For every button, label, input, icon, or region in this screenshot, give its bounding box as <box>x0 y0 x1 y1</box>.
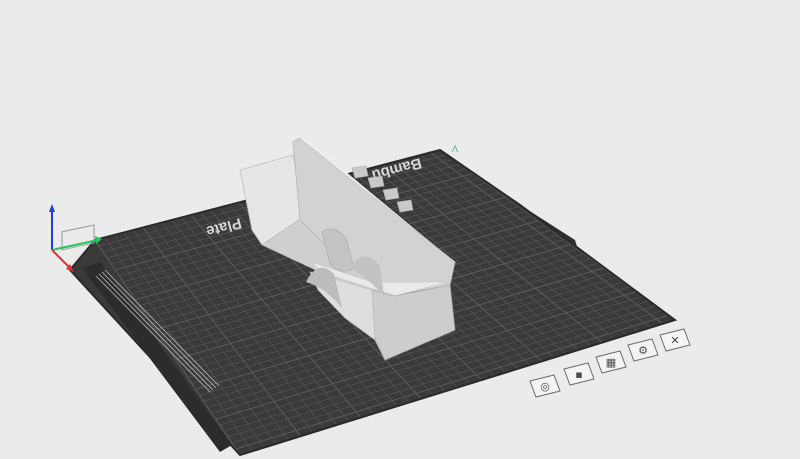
settings-icon: ⚙ <box>638 344 648 357</box>
orient-button[interactable]: ◎ <box>529 374 561 398</box>
settings-button[interactable]: ⚙ <box>627 338 659 362</box>
close-icon: ✕ <box>670 334 679 347</box>
lock-button[interactable]: ▪ <box>563 362 595 386</box>
arrange-icon: ▦ <box>606 356 616 369</box>
z-axis-arrow <box>49 204 55 212</box>
plate-logo-text: BS <box>98 321 107 332</box>
arrange-button[interactable]: ▦ <box>595 350 627 374</box>
build-scene[interactable]: Bambu Plate BS X1 / P1S / P1P Λ ◎▪▦⚙✕ <box>0 0 800 459</box>
lock-icon: ▪ <box>575 368 582 381</box>
orient-icon: ◎ <box>540 380 550 393</box>
close-button[interactable]: ✕ <box>659 328 691 352</box>
3d-viewport[interactable]: Bambu Plate BS X1 / P1S / P1P Λ ◎ ▪ ▦ ⚙ … <box>0 0 800 459</box>
corner-label: Λ <box>452 144 458 154</box>
